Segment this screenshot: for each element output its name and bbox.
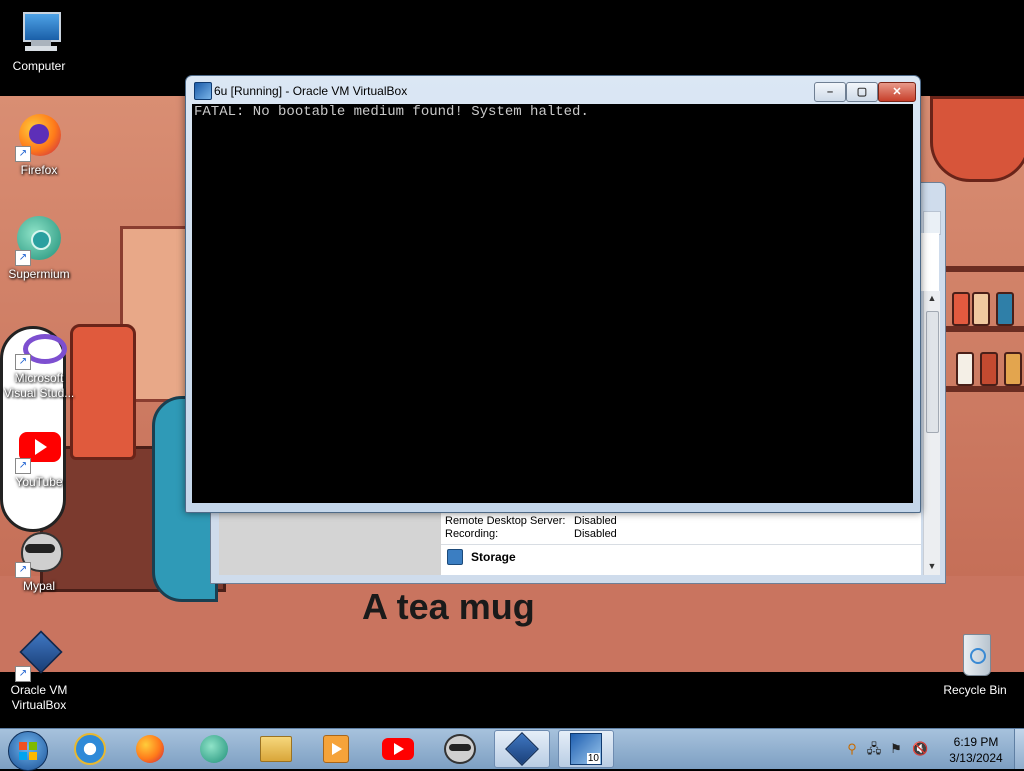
shortcut-arrow-icon: ↗ — [15, 458, 31, 474]
taskbar-internet-explorer[interactable] — [62, 730, 118, 768]
desktop-icon-firefox[interactable]: ↗ Firefox — [1, 112, 77, 178]
show-desktop-button[interactable] — [1014, 729, 1024, 769]
window-title: 6u [Running] - Oracle VM VirtualBox — [214, 84, 408, 98]
detail-label: Recording: — [445, 528, 499, 540]
wallpaper-shelf — [944, 326, 1024, 332]
close-icon: ✕ — [892, 86, 902, 98]
shortcut-arrow-icon: ↗ — [15, 666, 31, 682]
console-message: FATAL: No bootable medium found! System … — [194, 104, 589, 120]
clock-date[interactable]: 3/13/2024 — [942, 751, 1010, 765]
shortcut-arrow-icon: ↗ — [15, 146, 31, 162]
vm-running-window[interactable]: 6u [Running] - Oracle VM VirtualBox – ▢ … — [185, 75, 921, 513]
storage-section-title: Storage — [471, 550, 516, 564]
firefox-icon: ↗ — [15, 112, 63, 162]
clock-time[interactable]: 6:19 PM — [946, 735, 1006, 749]
desktop-icon-virtualbox[interactable]: ↗ Oracle VM VirtualBox — [1, 630, 77, 713]
wallpaper-pot — [930, 96, 1024, 182]
wallpaper-jar — [1004, 352, 1022, 386]
taskbar-youtube[interactable] — [370, 730, 426, 768]
desktop-icon-label: YouTube — [15, 475, 63, 489]
detail-value: Disabled — [574, 515, 617, 527]
vm-running-icon: 10 — [570, 733, 602, 765]
scrollbar-thumb[interactable] — [926, 311, 939, 433]
manager-toolbar-edge — [923, 211, 941, 235]
shortcut-arrow-icon: ↗ — [15, 250, 31, 266]
taskbar: 10 ⚲ 🖧 ⚑ 🔇 6:19 PM 3/13/2024 — [0, 728, 1024, 771]
wallpaper-kettle — [70, 324, 136, 460]
wallpaper-jar — [972, 292, 990, 326]
desktop-icon-recycle-bin[interactable]: Recycle Bin — [937, 632, 1013, 698]
shortcut-arrow-icon: ↗ — [15, 354, 31, 370]
virtualbox-logo-icon — [194, 82, 212, 100]
taskbar-virtualbox-vm[interactable]: 10 — [558, 730, 614, 768]
start-button[interactable] — [8, 731, 48, 771]
supermium-icon — [200, 735, 228, 763]
desktop-icon-label: Supermium — [8, 267, 70, 281]
desktop-icon-label: Recycle Bin — [943, 683, 1007, 697]
desktop-icon-supermium[interactable]: ↗ Supermium — [1, 216, 77, 282]
desktop-icon-label: Microsoft Visual Stud... — [3, 371, 75, 400]
minimize-icon: – — [826, 86, 834, 98]
desktop-icon-mypal[interactable]: ↗ Mypal — [1, 528, 77, 594]
desktop-icon-label: Computer — [12, 59, 66, 73]
internet-explorer-icon — [74, 733, 106, 765]
desktop-icon-label: Oracle VM VirtualBox — [10, 683, 68, 712]
scroll-down-arrow-icon[interactable]: ▼ — [924, 561, 940, 571]
media-player-icon — [323, 735, 349, 763]
vm-console-screen[interactable]: FATAL: No bootable medium found! System … — [192, 104, 913, 503]
mypal-raccoon-icon — [444, 734, 476, 764]
vm-badge: 10 — [586, 753, 600, 764]
action-center-flag-icon[interactable]: ⚑ — [888, 741, 904, 757]
wallpaper-jar — [956, 352, 974, 386]
wallpaper-jar — [996, 292, 1014, 326]
taskbar-virtualbox-manager[interactable] — [494, 730, 550, 768]
taskbar-mypal[interactable] — [432, 730, 488, 768]
close-button[interactable]: ✕ — [878, 82, 916, 102]
taskbar-media-player[interactable] — [308, 730, 364, 768]
supermium-icon: ↗ — [15, 216, 63, 266]
system-tray: ⚲ 🖧 ⚑ 🔇 6:19 PM 3/13/2024 — [838, 729, 1024, 769]
scroll-up-arrow-icon[interactable]: ▲ — [924, 293, 940, 303]
virtualbox-cube-icon — [505, 732, 539, 766]
search-icon[interactable]: ⚲ — [844, 741, 860, 757]
youtube-icon: ↗ — [15, 424, 63, 474]
wallpaper-jar — [952, 292, 970, 326]
wallpaper-jar — [980, 352, 998, 386]
detail-label: Remote Desktop Server: — [445, 515, 566, 527]
recycle-bin-icon — [951, 632, 999, 680]
desktop-icon-label: Mypal — [22, 579, 55, 593]
desktop-icon-computer[interactable]: Computer — [1, 8, 77, 74]
mypal-raccoon-icon: ↗ — [15, 528, 63, 578]
visual-studio-icon: ↗ — [15, 328, 67, 370]
detail-value: Disabled — [574, 528, 617, 540]
manager-details-pane: Remote Desktop Server: Disabled Recordin… — [441, 513, 921, 575]
taskbar-supermium[interactable] — [186, 730, 242, 768]
virtualbox-cube-icon: ↗ — [15, 630, 63, 682]
taskbar-windows-explorer[interactable] — [248, 730, 304, 768]
maximize-button[interactable]: ▢ — [846, 82, 878, 102]
manager-vm-list[interactable] — [219, 513, 445, 575]
storage-section-header[interactable]: Storage — [447, 549, 516, 565]
firefox-icon — [136, 735, 164, 763]
wallpaper-shelf — [944, 386, 1024, 392]
desktop-icon-youtube[interactable]: ↗ YouTube — [1, 424, 77, 490]
minimize-button[interactable]: – — [814, 82, 846, 102]
computer-icon — [15, 8, 63, 56]
shortcut-arrow-icon: ↗ — [15, 562, 31, 578]
folder-icon — [260, 736, 292, 762]
youtube-icon — [382, 738, 414, 760]
manager-scrollbar[interactable]: ▲ ▼ — [923, 291, 940, 575]
storage-icon — [447, 549, 463, 565]
desktop-icon-visual-studio[interactable]: ↗ Microsoft Visual Stud... — [1, 328, 77, 401]
network-icon[interactable]: 🖧 — [866, 741, 882, 757]
volume-muted-icon[interactable]: 🔇 — [912, 741, 928, 757]
maximize-icon: ▢ — [856, 86, 868, 98]
manager-detail-pane-edge — [919, 233, 939, 291]
desktop-icon-label: Firefox — [20, 163, 58, 177]
wallpaper-shelf — [944, 266, 1024, 272]
wallpaper-caption: A tea mug — [362, 586, 535, 627]
windows-logo-icon — [19, 742, 37, 760]
taskbar-firefox[interactable] — [122, 730, 178, 768]
